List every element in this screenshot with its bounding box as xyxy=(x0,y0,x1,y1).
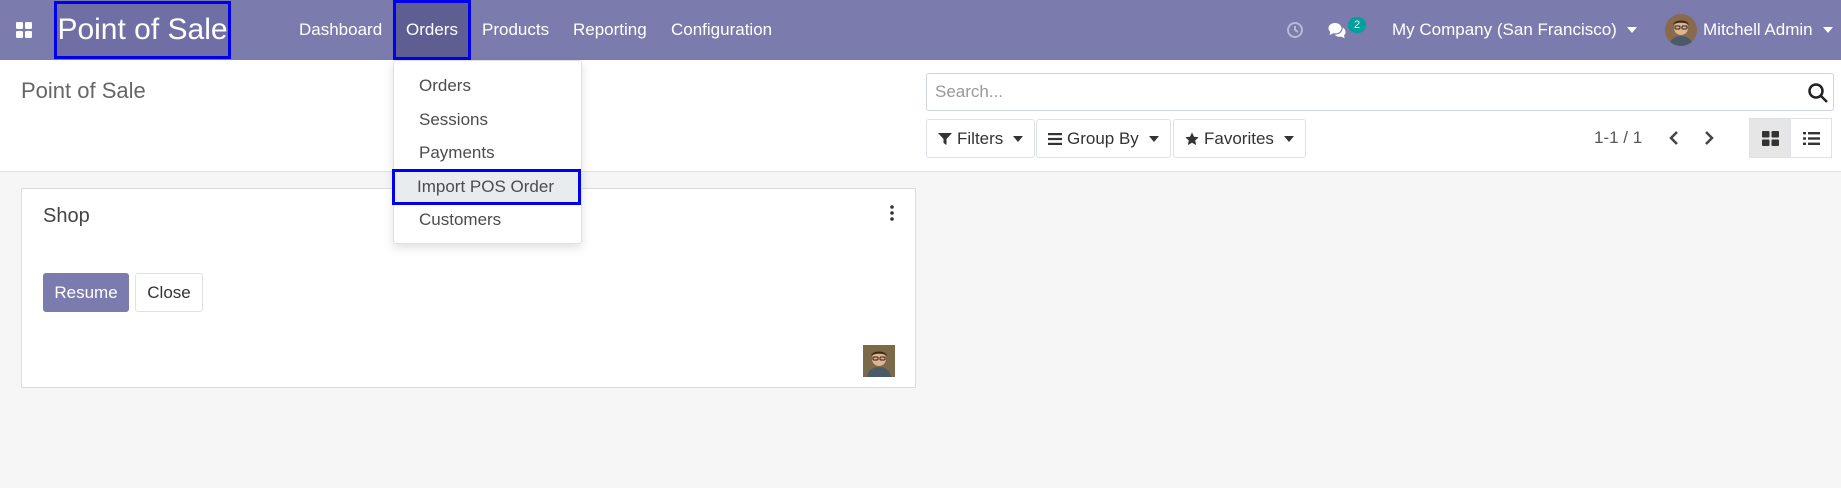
close-button[interactable]: Close xyxy=(135,273,203,312)
dropdown-item-orders[interactable]: Orders xyxy=(394,70,581,102)
messaging-chat-icon[interactable] xyxy=(1328,0,1348,60)
filters-button[interactable]: Filters xyxy=(926,119,1036,158)
search-bar xyxy=(926,73,1834,111)
chevron-down-icon xyxy=(1148,135,1159,142)
menu-dashboard[interactable]: Dashboard xyxy=(299,0,382,60)
menu-orders[interactable]: Orders xyxy=(393,0,471,60)
favorites-label: Favorites xyxy=(1204,128,1274,148)
group-by-label: Group By xyxy=(1067,128,1139,148)
apps-menu-icon[interactable] xyxy=(8,14,40,46)
bars-icon xyxy=(1048,132,1062,145)
list-view-icon[interactable] xyxy=(1790,118,1832,158)
company-name: My Company (San Francisco) xyxy=(1392,20,1617,39)
control-panel: Point of Sale Filters Group By Favorites… xyxy=(0,60,1841,172)
dropdown-item-import-pos-order[interactable]: Import POS Order xyxy=(392,169,581,205)
star-icon xyxy=(1185,132,1199,145)
top-navbar: Point of Sale Dashboard Orders Products … xyxy=(0,0,1841,60)
company-switcher[interactable]: My Company (San Francisco) xyxy=(1392,0,1637,60)
pager-next-icon[interactable] xyxy=(1697,126,1721,150)
group-by-button[interactable]: Group By xyxy=(1036,119,1171,158)
filters-label: Filters xyxy=(957,128,1004,148)
menu-configuration[interactable]: Configuration xyxy=(671,0,772,60)
pager-value[interactable]: 1-1 / 1 xyxy=(1594,128,1642,148)
chat-badge: 2 xyxy=(1348,17,1367,33)
user-menu[interactable]: Mitchell Admin xyxy=(1665,0,1833,60)
kanban-view-icon[interactable] xyxy=(1749,118,1791,158)
user-avatar xyxy=(1665,14,1697,46)
chevron-down-icon xyxy=(1626,27,1637,33)
chevron-down-icon xyxy=(1822,27,1833,33)
user-name: Mitchell Admin xyxy=(1703,20,1813,39)
card-title: Shop xyxy=(43,205,90,227)
orders-dropdown-menu: Orders Sessions Payments Import POS Orde… xyxy=(392,60,582,244)
search-input[interactable] xyxy=(935,74,1795,110)
pager-previous-icon[interactable] xyxy=(1662,126,1686,150)
dropdown-item-sessions[interactable]: Sessions xyxy=(394,104,581,136)
app-brand[interactable]: Point of Sale xyxy=(54,1,231,59)
more-options-icon[interactable] xyxy=(884,201,900,225)
search-icon[interactable] xyxy=(1807,82,1829,104)
filter-icon xyxy=(938,132,952,145)
page-title: Point of Sale xyxy=(21,78,146,103)
resume-button[interactable]: Resume xyxy=(43,273,129,312)
card-user-avatar xyxy=(863,345,895,377)
menu-reporting[interactable]: Reporting xyxy=(573,0,647,60)
activity-clock-icon[interactable] xyxy=(1286,0,1304,60)
favorites-button[interactable]: Favorites xyxy=(1173,119,1306,158)
dropdown-item-customers[interactable]: Customers xyxy=(394,204,581,236)
menu-products[interactable]: Products xyxy=(482,0,549,60)
chevron-down-icon xyxy=(1013,135,1024,142)
dropdown-item-payments[interactable]: Payments xyxy=(394,137,581,169)
chevron-down-icon xyxy=(1283,135,1294,142)
